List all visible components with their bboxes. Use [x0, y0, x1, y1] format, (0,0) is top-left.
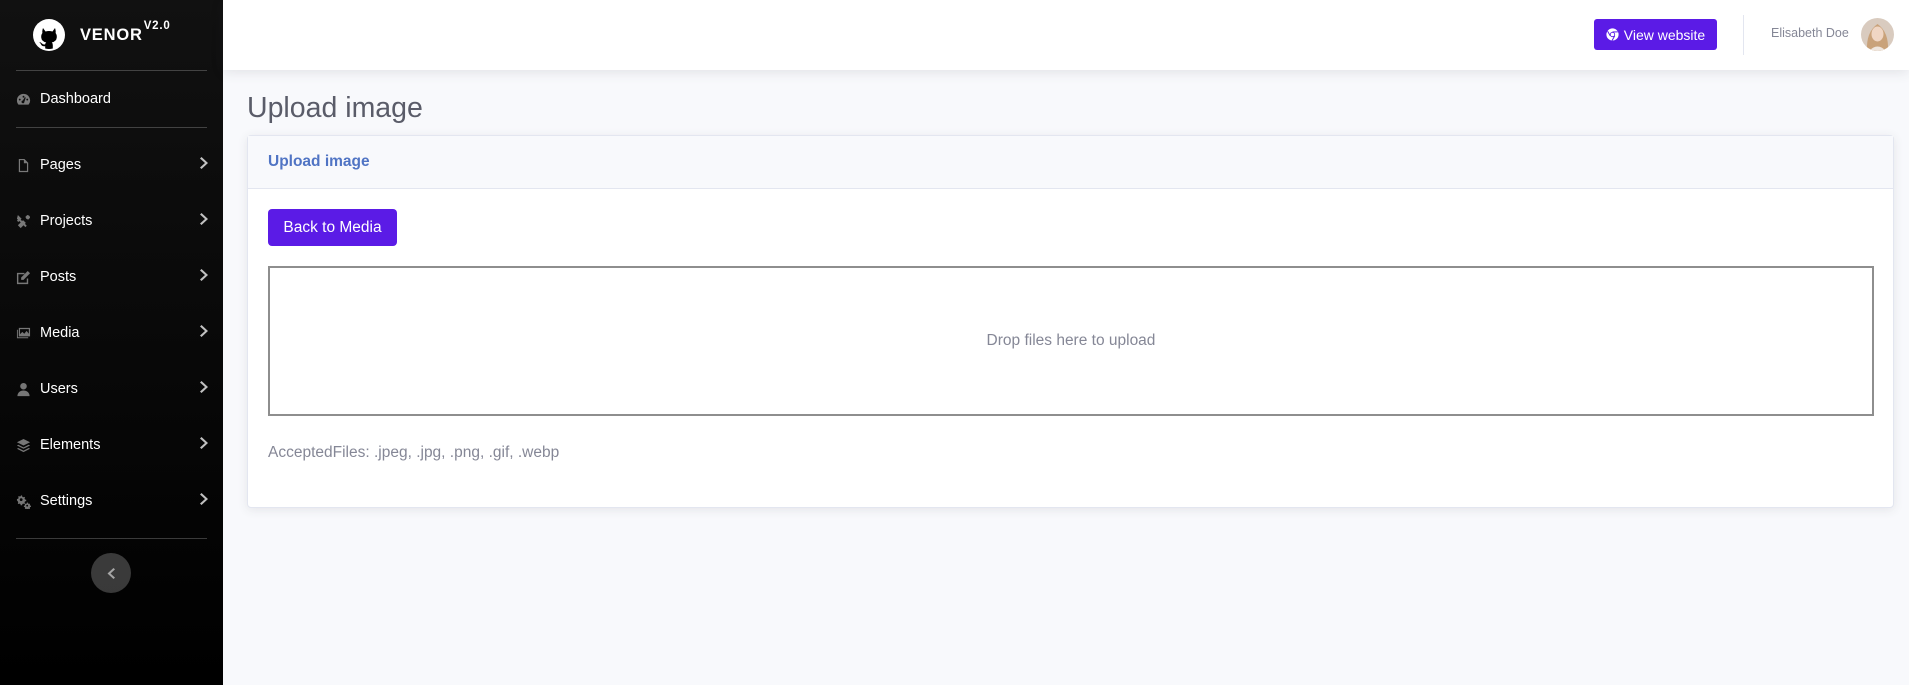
chevron-right-icon: [200, 492, 209, 510]
upload-card: Upload image Back to Media Drop files he…: [247, 135, 1894, 508]
user-avatar-icon: [1861, 18, 1894, 51]
chevron-right-icon: [200, 268, 209, 286]
sidebar-item-label: Pages: [40, 157, 82, 173]
sidebar: VENOR V2.0 Dashboard Pages Projects Posts: [0, 0, 223, 685]
sidebar-item-dashboard[interactable]: Dashboard: [0, 71, 223, 127]
sidebar-item-label: Dashboard: [40, 91, 111, 107]
edit-icon: [15, 269, 31, 285]
chevron-right-icon: [200, 212, 209, 230]
sidebar-item-elements[interactable]: Elements: [0, 417, 223, 473]
brand-version: V2.0: [143, 19, 171, 32]
sidebar-item-label: Projects: [40, 213, 93, 229]
tools-icon: [15, 213, 31, 229]
view-website-label: View website: [1623, 26, 1706, 43]
sidebar-item-label: Media: [40, 325, 80, 341]
sidebar-item-label: Settings: [40, 493, 93, 509]
user-name[interactable]: Elisabeth Doe: [1771, 26, 1849, 40]
chevron-right-icon: [200, 380, 209, 398]
sidebar-item-media[interactable]: Media: [0, 305, 223, 361]
images-icon: [15, 325, 31, 341]
sidebar-divider: [16, 538, 207, 539]
brand-name: VENOR V2.0: [80, 20, 171, 45]
tachometer-icon: [15, 91, 31, 107]
topbar-divider: [1743, 15, 1744, 55]
accepted-files-text: AcceptedFiles: .jpeg, .jpg, .png, .gif, …: [268, 444, 560, 461]
chevron-right-icon: [200, 156, 209, 174]
chrome-icon: [1606, 28, 1619, 41]
sidebar-item-pages[interactable]: Pages: [0, 137, 223, 193]
file-icon: [15, 157, 31, 173]
cogs-icon: [15, 493, 31, 509]
sidebar-toggle-button[interactable]: [91, 553, 131, 593]
sidebar-item-posts[interactable]: Posts: [0, 249, 223, 305]
sidebar-item-users[interactable]: Users: [0, 361, 223, 417]
brand[interactable]: VENOR V2.0: [0, 0, 223, 70]
sidebar-item-label: Users: [40, 381, 78, 397]
github-logo-icon: [33, 19, 65, 51]
sidebar-item-label: Posts: [40, 269, 77, 285]
chevron-right-icon: [200, 436, 209, 454]
chevron-right-icon: [200, 324, 209, 342]
card-header: Upload image: [248, 136, 1893, 189]
avatar[interactable]: [1861, 18, 1894, 51]
layers-icon: [15, 437, 31, 453]
user-icon: [15, 381, 31, 397]
page-title: Upload image: [247, 92, 423, 124]
sidebar-item-settings[interactable]: Settings: [0, 473, 223, 529]
sidebar-item-label: Elements: [40, 437, 101, 453]
back-to-media-button[interactable]: Back to Media: [268, 209, 397, 246]
dropzone-text: Drop files here to upload: [986, 332, 1156, 349]
topbar: View website Elisabeth Doe: [223, 0, 1909, 70]
file-dropzone[interactable]: Drop files here to upload: [268, 266, 1874, 416]
sidebar-item-projects[interactable]: Projects: [0, 193, 223, 249]
chevron-left-icon: [107, 567, 115, 579]
card-title: Upload image: [268, 153, 370, 170]
brand-title: VENOR: [80, 25, 143, 44]
view-website-button[interactable]: View website: [1594, 19, 1717, 50]
